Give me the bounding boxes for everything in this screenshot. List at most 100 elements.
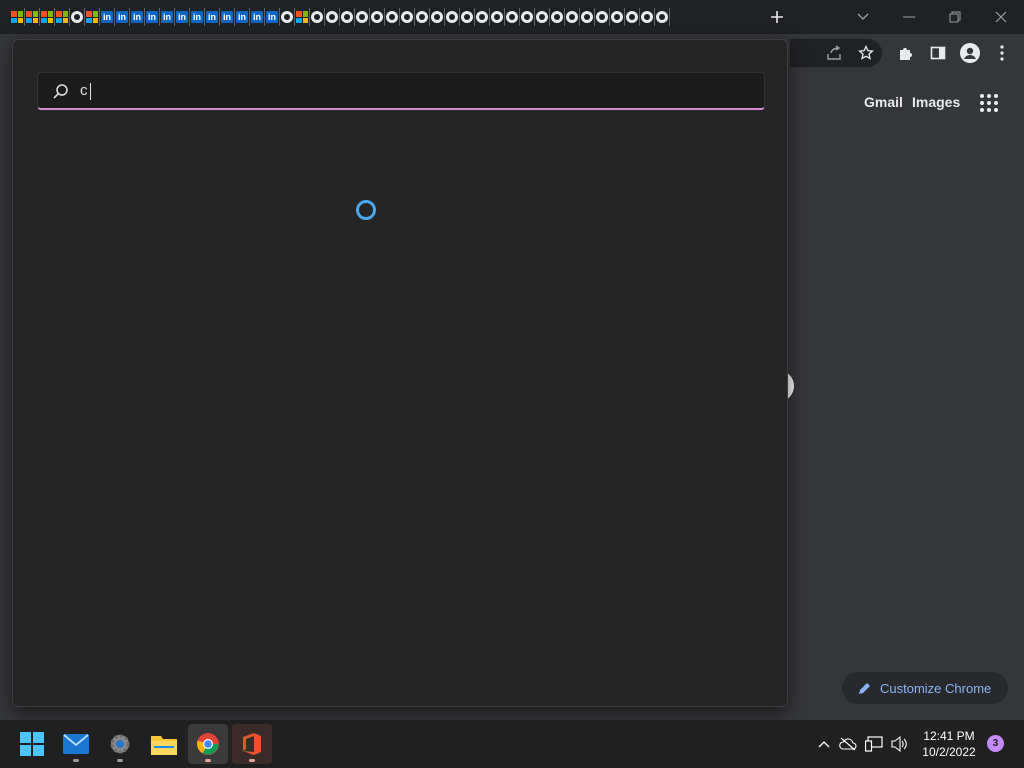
browser-tab[interactable]: in <box>235 8 250 26</box>
browser-tab[interactable] <box>85 8 100 26</box>
browser-tab[interactable] <box>310 8 325 26</box>
browser-tab[interactable] <box>295 8 310 26</box>
microsoft-favicon-icon <box>56 11 68 23</box>
github-favicon-icon <box>536 11 548 23</box>
browser-tab[interactable] <box>325 8 340 26</box>
images-link[interactable]: Images <box>912 94 960 110</box>
browser-tab[interactable] <box>655 8 670 26</box>
linkedin-favicon-icon: in <box>251 11 263 23</box>
linkedin-favicon-icon: in <box>116 11 128 23</box>
plus-icon <box>771 11 783 23</box>
browser-tab[interactable] <box>340 8 355 26</box>
profile-button[interactable] <box>958 41 982 65</box>
browser-tab[interactable]: in <box>145 8 160 26</box>
restore-icon <box>949 11 961 23</box>
gmail-link[interactable]: Gmail <box>864 94 903 110</box>
browser-tab[interactable]: in <box>175 8 190 26</box>
browser-tab[interactable] <box>70 8 85 26</box>
browser-tab[interactable] <box>625 8 640 26</box>
browser-tab[interactable]: in <box>100 8 115 26</box>
browser-tab[interactable]: in <box>205 8 220 26</box>
browser-tab[interactable] <box>25 8 40 26</box>
taskbar-clock[interactable]: 12:41 PM 10/2/2022 <box>918 728 980 760</box>
restore-button[interactable] <box>942 5 968 29</box>
github-favicon-icon <box>341 11 353 23</box>
tray-overflow-button[interactable] <box>814 734 834 754</box>
browser-tab[interactable] <box>460 8 475 26</box>
tab-search-button[interactable] <box>850 5 876 29</box>
browser-tab[interactable] <box>370 8 385 26</box>
browser-tab[interactable] <box>595 8 610 26</box>
browser-tab[interactable] <box>535 8 550 26</box>
browser-tab[interactable] <box>580 8 595 26</box>
browser-tab[interactable]: in <box>220 8 235 26</box>
extensions-icon <box>900 48 912 60</box>
browser-tab[interactable] <box>415 8 430 26</box>
browser-tab[interactable] <box>10 8 25 26</box>
share-button[interactable] <box>822 41 846 65</box>
linkedin-favicon-icon: in <box>131 11 143 23</box>
close-window-button[interactable] <box>988 5 1014 29</box>
github-favicon-icon <box>281 11 293 23</box>
browser-tab[interactable]: in <box>115 8 130 26</box>
side-panel-button[interactable] <box>926 41 950 65</box>
browser-tab[interactable] <box>280 8 295 26</box>
taskbar-mail[interactable] <box>56 724 96 764</box>
browser-tab[interactable] <box>565 8 580 26</box>
notification-badge[interactable]: 3 <box>987 735 1004 752</box>
taskbar-chrome[interactable] <box>188 724 228 764</box>
github-favicon-icon <box>311 11 323 23</box>
search-input[interactable]: c <box>37 72 765 110</box>
browser-tab[interactable] <box>430 8 445 26</box>
start-button[interactable] <box>12 724 52 764</box>
browser-tab[interactable] <box>400 8 415 26</box>
taskbar-office[interactable] <box>232 724 272 764</box>
minimize-button[interactable] <box>896 5 922 29</box>
tab-list: in in in in in in in in in in in in <box>10 8 670 26</box>
browser-tab[interactable] <box>550 8 565 26</box>
bookmark-button[interactable] <box>854 41 878 65</box>
github-favicon-icon <box>476 11 488 23</box>
browser-tab[interactable] <box>640 8 655 26</box>
chrome-menu-button[interactable] <box>990 41 1014 65</box>
linkedin-favicon-icon: in <box>176 11 188 23</box>
tray-volume[interactable] <box>890 734 910 754</box>
browser-tab[interactable] <box>490 8 505 26</box>
browser-tab[interactable]: in <box>130 8 145 26</box>
browser-tab[interactable]: in <box>160 8 175 26</box>
browser-tab[interactable]: in <box>265 8 280 26</box>
github-favicon-icon <box>626 11 638 23</box>
github-favicon-icon <box>71 11 83 23</box>
browser-tab[interactable]: in <box>190 8 205 26</box>
text-caret <box>90 83 91 100</box>
browser-tab[interactable] <box>445 8 460 26</box>
customize-chrome-button[interactable]: Customize Chrome <box>842 672 1008 704</box>
tray-network[interactable] <box>864 734 884 754</box>
clock-date: 10/2/2022 <box>922 745 976 759</box>
apps-grid-icon <box>980 94 984 98</box>
browser-tab[interactable] <box>55 8 70 26</box>
browser-tab[interactable] <box>385 8 400 26</box>
browser-tab[interactable]: in <box>250 8 265 26</box>
taskbar-file-explorer[interactable] <box>144 724 184 764</box>
extensions-button[interactable] <box>894 41 918 65</box>
google-apps-button[interactable] <box>980 94 1000 114</box>
microsoft-favicon-icon <box>86 11 98 23</box>
browser-tab[interactable] <box>505 8 520 26</box>
folder-icon <box>151 736 177 755</box>
clock-time: 12:41 PM <box>923 729 975 743</box>
browser-tab[interactable] <box>610 8 625 26</box>
browser-tab[interactable] <box>355 8 370 26</box>
microsoft-favicon-icon <box>26 11 38 23</box>
github-favicon-icon <box>611 11 623 23</box>
browser-tab[interactable] <box>40 8 55 26</box>
microsoft-favicon-icon <box>296 11 308 23</box>
github-favicon-icon <box>596 11 608 23</box>
browser-tab[interactable] <box>520 8 535 26</box>
linkedin-favicon-icon: in <box>206 11 218 23</box>
taskbar-settings[interactable] <box>100 724 140 764</box>
browser-tab[interactable] <box>475 8 490 26</box>
tray-onedrive[interactable] <box>838 734 858 754</box>
address-bar[interactable] <box>790 39 882 67</box>
new-tab-button[interactable] <box>764 5 790 29</box>
